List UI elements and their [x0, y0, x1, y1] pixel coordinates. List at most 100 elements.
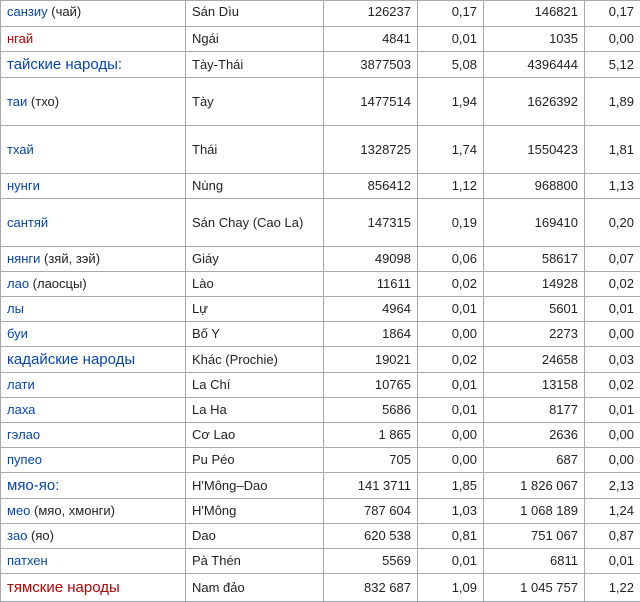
ethnic-name-cell: лао (лаосцы) [1, 272, 186, 297]
ethnic-name-link[interactable]: мео [7, 503, 30, 518]
vietnamese-name-cell: Thái [186, 126, 324, 174]
percent-1999-cell: 0,00 [418, 423, 484, 448]
vietnamese-name-cell: Nùng [186, 174, 324, 199]
vietnamese-name-cell: La Ha [186, 398, 324, 423]
ethnic-name-link[interactable]: нгай [7, 31, 33, 46]
percent-2009-cell: 0,17 [585, 1, 640, 27]
vietnamese-name-cell: Tày-Thái [186, 52, 324, 78]
ethnic-name-cell: мео (мяо, хмонги) [1, 499, 186, 524]
ethnic-name-cell: гэлао [1, 423, 186, 448]
table-row: пупеоPu Péo7050,006870,00 [1, 448, 640, 473]
vietnamese-name-cell: Khác (Prochie) [186, 347, 324, 373]
percent-2009-cell: 2,13 [585, 473, 640, 499]
vietnamese-name-cell: Pu Péo [186, 448, 324, 473]
table-row: тхайThái13287251,7415504231,81 [1, 126, 640, 174]
percent-1999-cell: 0,17 [418, 1, 484, 27]
ethnic-name-link[interactable]: буи [7, 326, 28, 341]
percent-2009-cell: 0,07 [585, 247, 640, 272]
population-2009-cell: 2273 [484, 322, 585, 347]
percent-2009-cell: 1,89 [585, 78, 640, 126]
ethnic-name-link[interactable]: тхай [7, 142, 34, 157]
ethnic-name-note: (яо) [27, 528, 54, 543]
population-1999-cell: 5686 [324, 398, 418, 423]
vietnamese-name-cell: Ngái [186, 27, 324, 52]
percent-2009-cell: 0,00 [585, 448, 640, 473]
population-1999-cell: 141 3711 [324, 473, 418, 499]
population-2009-cell: 169410 [484, 199, 585, 247]
population-1999-cell: 856412 [324, 174, 418, 199]
percent-2009-cell: 1,81 [585, 126, 640, 174]
population-1999-cell: 1864 [324, 322, 418, 347]
ethnic-name-cell: тямские народы [1, 574, 186, 602]
vietnamese-name-cell: Dao [186, 524, 324, 549]
ethnic-name-link[interactable]: таи [7, 94, 27, 109]
percent-1999-cell: 0,81 [418, 524, 484, 549]
percent-1999-cell: 0,06 [418, 247, 484, 272]
ethnic-name-cell: нянги (зяй, зэй) [1, 247, 186, 272]
population-2009-cell: 687 [484, 448, 585, 473]
percent-1999-cell: 0,01 [418, 27, 484, 52]
percent-1999-cell: 0,01 [418, 549, 484, 574]
percent-1999-cell: 1,94 [418, 78, 484, 126]
population-1999-cell: 4841 [324, 27, 418, 52]
ethnic-name-link[interactable]: тайские народы: [7, 56, 122, 73]
percent-1999-cell: 1,03 [418, 499, 484, 524]
ethnic-name-link[interactable]: пупео [7, 452, 42, 467]
table-row: тямские народыNam đảo832 6871,091 045 75… [1, 574, 640, 602]
vietnamese-name-cell: Pà Thén [186, 549, 324, 574]
ethnic-name-link[interactable]: лы [7, 301, 24, 316]
ethnic-name-link[interactable]: зао [7, 528, 27, 543]
ethnic-name-link[interactable]: лао [7, 276, 29, 291]
vietnamese-name-cell: Lự [186, 297, 324, 322]
ethnic-name-cell: кадайские народы [1, 347, 186, 373]
ethnic-name-link[interactable]: лати [7, 377, 35, 392]
population-1999-cell: 787 604 [324, 499, 418, 524]
ethnic-name-link[interactable]: гэлао [7, 427, 40, 442]
percent-2009-cell: 0,00 [585, 322, 640, 347]
ethnic-name-link[interactable]: нунги [7, 178, 40, 193]
population-1999-cell: 4964 [324, 297, 418, 322]
percent-1999-cell: 0,00 [418, 448, 484, 473]
ethnic-name-link[interactable]: мяо-яо: [7, 477, 59, 494]
table-row: мяо-яо:H'Mông–Dao141 37111,851 826 0672,… [1, 473, 640, 499]
percent-2009-cell: 1,22 [585, 574, 640, 602]
table-row: буиBố Y18640,0022730,00 [1, 322, 640, 347]
population-1999-cell: 3877503 [324, 52, 418, 78]
population-2009-cell: 1 826 067 [484, 473, 585, 499]
table-row: нгайNgái48410,0110350,00 [1, 27, 640, 52]
ethnic-name-link[interactable]: патхен [7, 553, 48, 568]
percent-1999-cell: 0,19 [418, 199, 484, 247]
vietnamese-name-cell: Lào [186, 272, 324, 297]
percent-2009-cell: 1,24 [585, 499, 640, 524]
percent-2009-cell: 0,02 [585, 272, 640, 297]
vietnamese-name-cell: H'Mông [186, 499, 324, 524]
population-2009-cell: 5601 [484, 297, 585, 322]
population-1999-cell: 19021 [324, 347, 418, 373]
population-1999-cell: 5569 [324, 549, 418, 574]
table-row: санзиу (чай)Sán Dìu1262370,171468210,17 [1, 1, 640, 27]
percent-1999-cell: 0,01 [418, 398, 484, 423]
percent-2009-cell: 0,01 [585, 398, 640, 423]
percent-2009-cell: 0,00 [585, 423, 640, 448]
table-row: лыLự49640,0156010,01 [1, 297, 640, 322]
ethnic-name-link[interactable]: сантяй [7, 215, 48, 230]
percent-1999-cell: 1,74 [418, 126, 484, 174]
percent-2009-cell: 0,01 [585, 549, 640, 574]
ethnic-name-cell: лати [1, 373, 186, 398]
ethnic-name-link[interactable]: кадайские народы [7, 351, 135, 368]
percent-1999-cell: 0,02 [418, 272, 484, 297]
percent-2009-cell: 1,13 [585, 174, 640, 199]
ethnic-name-link[interactable]: нянги [7, 251, 40, 266]
population-1999-cell: 147315 [324, 199, 418, 247]
percent-1999-cell: 0,01 [418, 373, 484, 398]
population-2009-cell: 1626392 [484, 78, 585, 126]
population-2009-cell: 58617 [484, 247, 585, 272]
ethnic-name-cell: мяо-яо: [1, 473, 186, 499]
population-2009-cell: 14928 [484, 272, 585, 297]
population-2009-cell: 1035 [484, 27, 585, 52]
ethnic-name-link[interactable]: лаха [7, 402, 35, 417]
population-2009-cell: 2636 [484, 423, 585, 448]
table-row: таи (тхо)Tày14775141,9416263921,89 [1, 78, 640, 126]
ethnic-name-link[interactable]: санзиу [7, 4, 48, 19]
population-1999-cell: 1328725 [324, 126, 418, 174]
